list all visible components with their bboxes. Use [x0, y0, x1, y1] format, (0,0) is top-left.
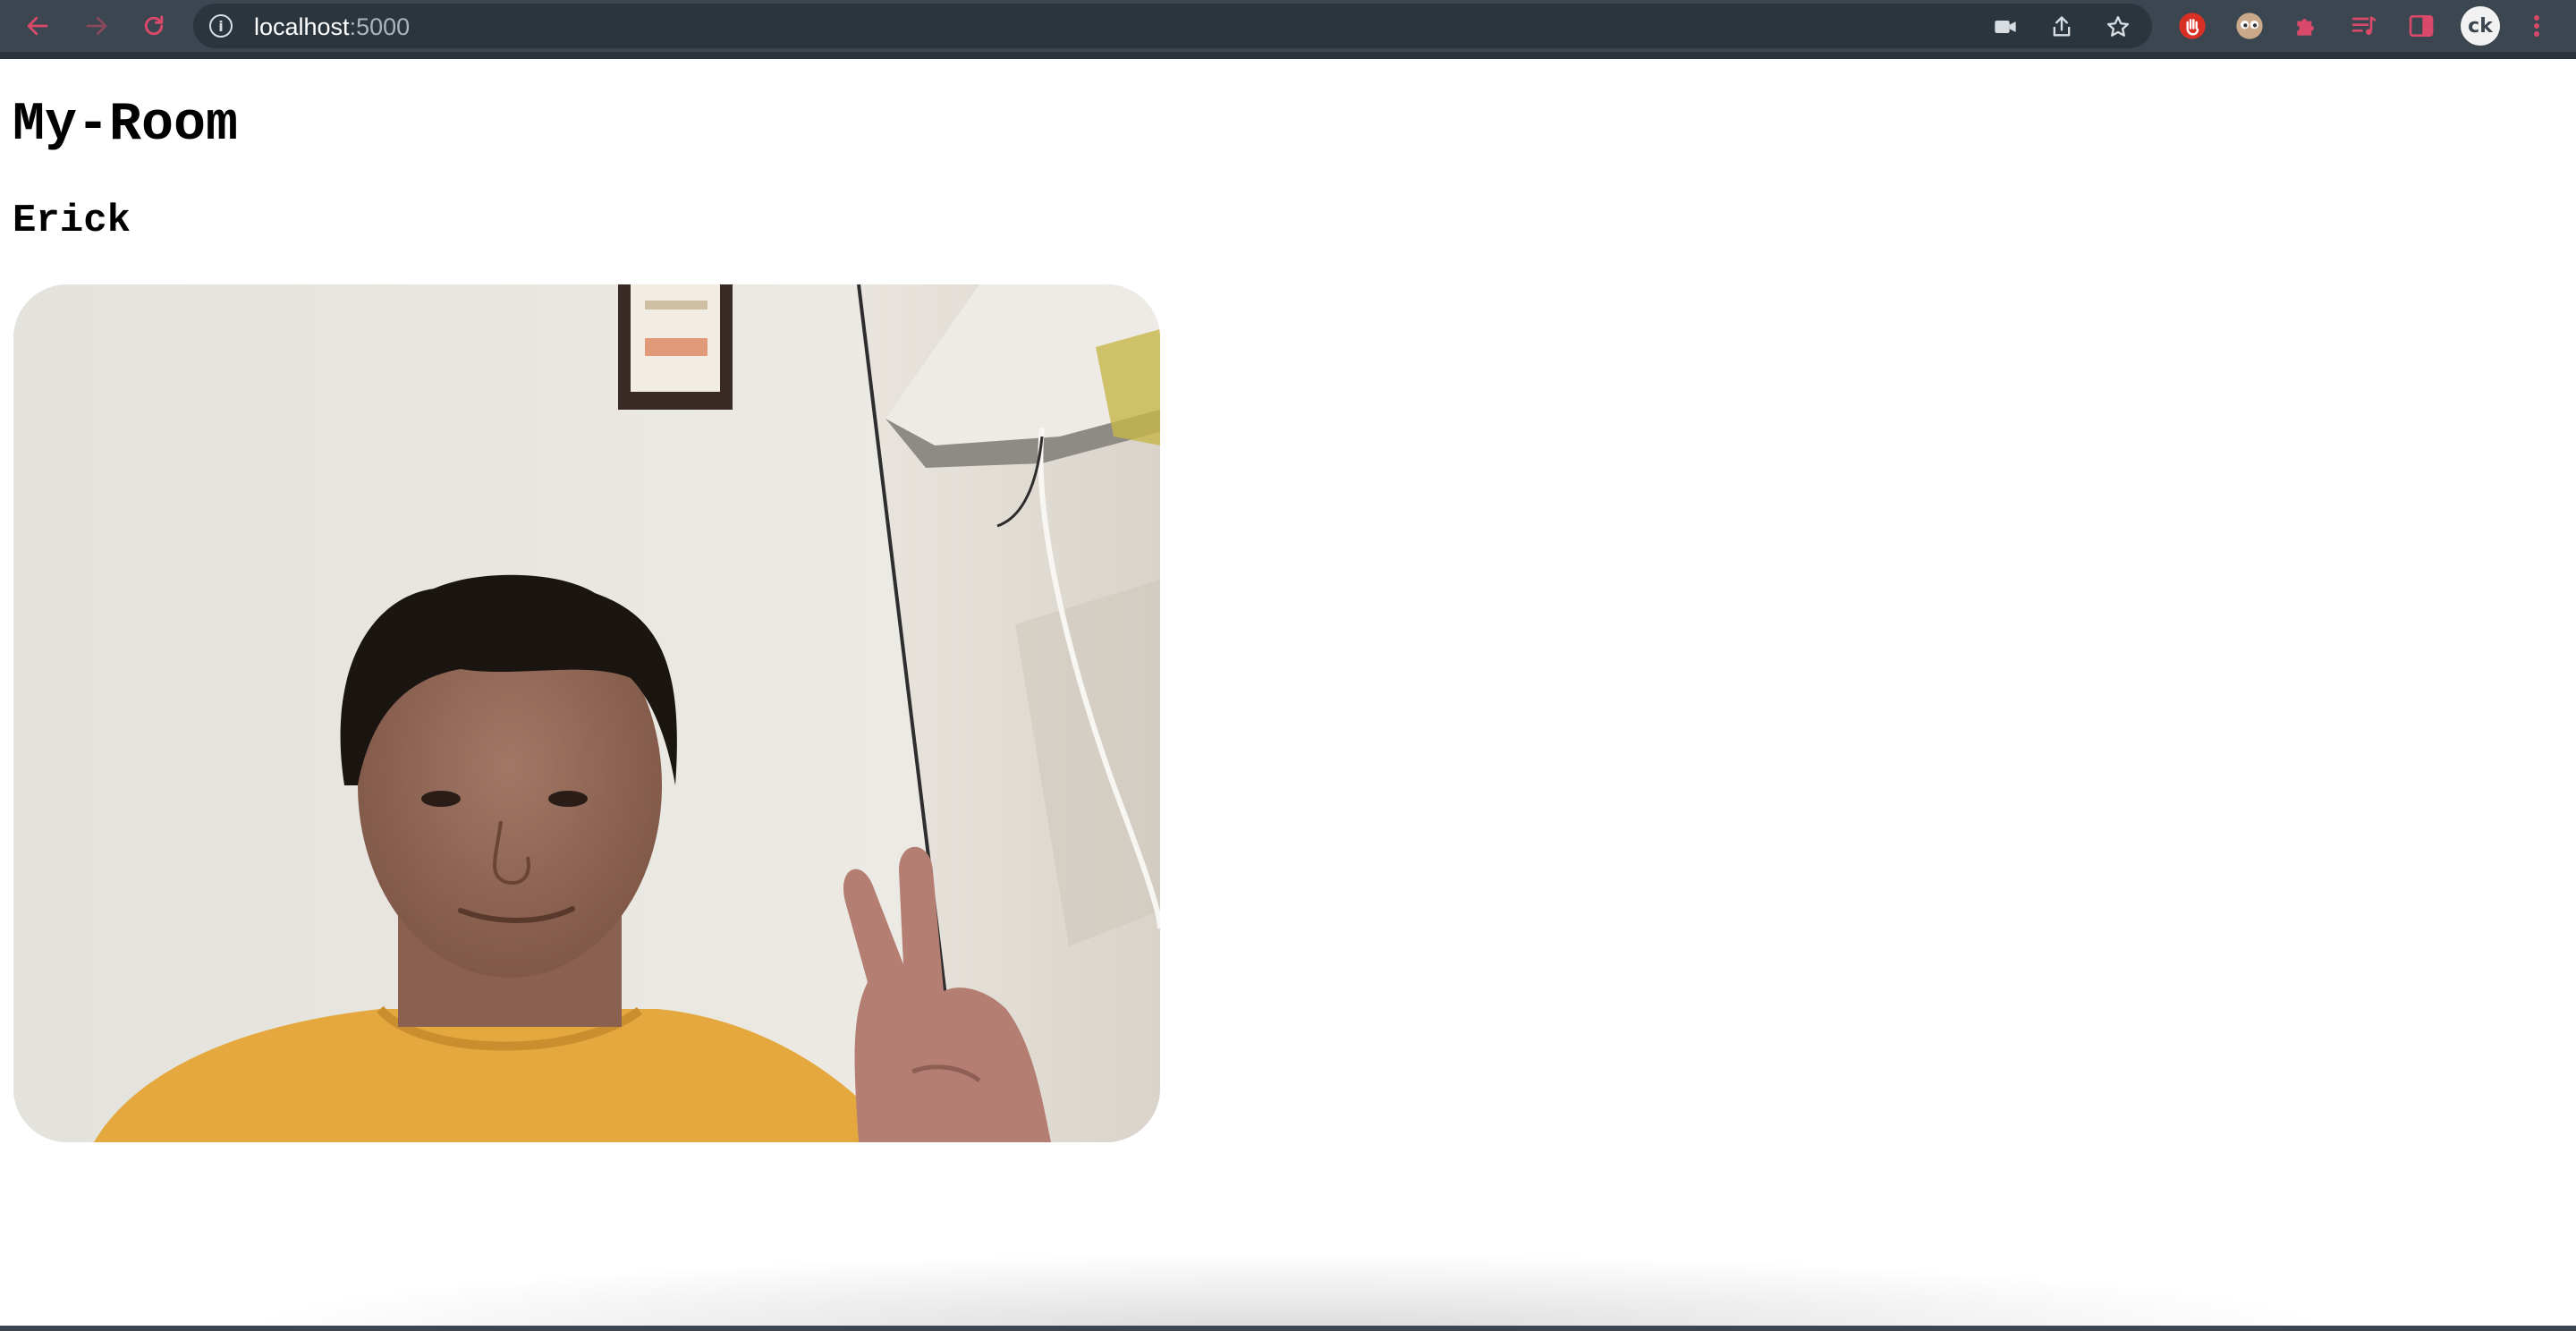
toolbar-divider — [0, 52, 2576, 59]
back-arrow-icon — [27, 16, 48, 36]
forward-arrow-icon — [86, 16, 107, 36]
back-button[interactable] — [20, 8, 55, 44]
puzzle-extensions-icon[interactable] — [2292, 11, 2322, 41]
forward-button[interactable] — [79, 8, 114, 44]
avatar[interactable]: ck — [2461, 6, 2500, 46]
url-text[interactable]: localhost:5000 — [254, 13, 410, 41]
bottom-shadow — [233, 1252, 2343, 1331]
url-host: localhost — [254, 13, 350, 40]
share-icon[interactable] — [2048, 13, 2075, 40]
stop-hand-extension-icon[interactable] — [2177, 11, 2207, 41]
address-bar[interactable]: i localhost:5000 — [193, 4, 2152, 48]
browser-toolbar: i localhost:5000 ck — [0, 0, 2576, 52]
info-icon[interactable]: i — [209, 14, 233, 38]
reload-icon — [144, 15, 164, 36]
window-bottom-edge — [0, 1326, 2576, 1331]
side-panel-icon[interactable] — [2406, 11, 2436, 41]
camera-icon[interactable] — [1992, 13, 2019, 40]
media-queue-icon[interactable] — [2349, 11, 2379, 41]
url-port: :5000 — [349, 13, 411, 40]
star-icon[interactable] — [2105, 13, 2131, 40]
kebab-menu-icon[interactable] — [2528, 12, 2546, 40]
participant-name: Erick — [13, 199, 131, 243]
video-feed — [13, 284, 1160, 1142]
page-title: My-Room — [13, 95, 239, 156]
webcam-image — [13, 284, 1160, 1142]
reload-button[interactable] — [136, 8, 172, 44]
eyes-extension-icon[interactable] — [2234, 11, 2265, 41]
